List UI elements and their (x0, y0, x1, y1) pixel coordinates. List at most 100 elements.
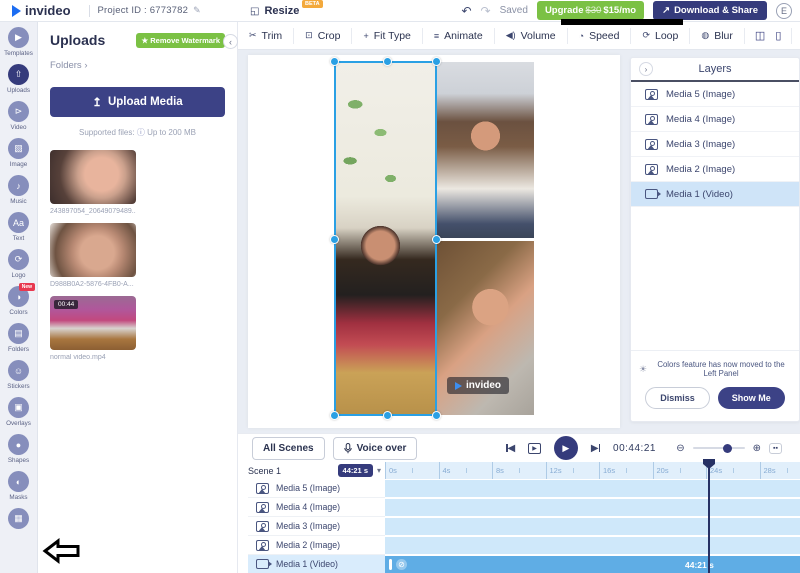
blur-button[interactable]: ◍Blur (690, 28, 745, 44)
track-label-media-1-selected[interactable]: Media 1 (Video) (248, 555, 385, 573)
resize-handle-bottom-left[interactable] (330, 411, 339, 420)
sidebar-item-more[interactable]: ▦ (8, 508, 29, 529)
time-ruler[interactable]: 0s 4s 8s 12s 16s 20s 24s 28s (385, 462, 800, 479)
layer-item-media-5[interactable]: Media 5 (Image) (631, 82, 799, 107)
layer-item-media-2[interactable]: Media 2 (Image) (631, 157, 799, 182)
animate-button[interactable]: ≡Animate (423, 28, 495, 44)
lightbulb-icon: ☀ (639, 364, 647, 375)
upload-thumbnail[interactable]: D988B0A2-5876-4FB0-A... (50, 223, 136, 288)
media-1-video-preview[interactable] (335, 62, 436, 415)
logo-play-icon (12, 5, 21, 17)
resize-handle-top-center[interactable] (383, 57, 392, 66)
upload-media-button[interactable]: ↥ Upload Media (50, 87, 225, 117)
fit-type-button[interactable]: +Fit Type (352, 28, 422, 44)
music-icon: ♪ (16, 181, 21, 191)
sidebar-item-folders[interactable]: ▤ Folders (8, 323, 29, 353)
invideo-logo[interactable]: invideo (0, 3, 81, 18)
resize-handle-mid-left[interactable] (330, 235, 339, 244)
track-lane-media-1[interactable]: ⊘ 44:21 s (385, 555, 800, 573)
fit-timeline-icon[interactable]: ▪▪ (769, 443, 782, 454)
sidebar-item-video[interactable]: ⊳ Video (8, 101, 29, 131)
skip-to-end-icon[interactable]: ▶ (591, 443, 600, 454)
redo-icon[interactable]: ↷ (481, 4, 491, 18)
resize-handle-top-left[interactable] (330, 57, 339, 66)
resize-handle-bottom-right[interactable] (432, 411, 441, 420)
avatar[interactable]: E (776, 3, 792, 19)
all-scenes-button[interactable]: All Scenes (252, 437, 325, 460)
playback-controls: All Scenes Voice over ◀ ▶ ▶ ▶ 00:44:21 ⊖… (238, 433, 800, 462)
track-label-media-4[interactable]: Media 4 (Image) (248, 498, 385, 517)
download-share-button[interactable]: ↗ Download & Share (653, 1, 767, 20)
loop-button[interactable]: ⟳Loop (631, 28, 690, 44)
layer-item-media-3[interactable]: Media 3 (Image) (631, 132, 799, 157)
track-lane-media-2[interactable] (385, 536, 800, 555)
volume-button[interactable]: ◀)Volume (495, 28, 568, 44)
crop-button[interactable]: ⊡Crop (294, 28, 352, 44)
resize-handle-mid-right[interactable] (432, 235, 441, 244)
clipboard-icon[interactable]: ▯ (775, 29, 781, 42)
chevron-down-icon[interactable]: ▾ (377, 466, 381, 475)
clip-trim-handle[interactable] (389, 559, 392, 570)
video-clip-bar[interactable]: ⊘ 44:21 s (385, 556, 800, 573)
scene-preview-icon[interactable]: ▶ (528, 443, 541, 454)
timeline: Scene 1 44:21 s ▾ 0s 4s 8s 12s 16s 20s 2… (238, 462, 800, 573)
sidebar-item-shapes[interactable]: ● Shapes (8, 434, 29, 464)
media-image-preview-top[interactable] (437, 62, 534, 238)
text-icon: Aa (13, 218, 24, 228)
track-label-media-2[interactable]: Media 2 (Image) (248, 536, 385, 555)
resize-control[interactable]: ◱ Resize BETA (250, 0, 299, 22)
skip-to-start-icon[interactable]: ◀ (506, 443, 515, 454)
remove-watermark-button[interactable]: ★ Remove Watermark (136, 33, 225, 48)
duplicate-icon[interactable]: ◫ (755, 29, 765, 42)
more-icon: ▦ (14, 513, 23, 524)
trim-button[interactable]: ✂Trim (238, 28, 294, 44)
upload-thumbnail[interactable]: 243897054_20649079489... (50, 150, 136, 215)
layers-panel: › Layers Media 5 (Image) Media 4 (Image)… (630, 57, 800, 422)
upgrade-button[interactable]: Upgrade$30$15/mo (537, 1, 644, 20)
sidebar-item-music[interactable]: ♪ Music (8, 175, 29, 205)
playhead-line[interactable] (708, 460, 710, 573)
track-lane-media-3[interactable] (385, 517, 800, 536)
sidebar-item-templates[interactable]: ▶ Templates (4, 27, 33, 57)
image-layer-icon (645, 114, 658, 125)
upload-thumbnail-video[interactable]: 00:44 normal video.mp4 (50, 296, 136, 361)
timeline-zoom-slider[interactable] (693, 447, 745, 449)
zoom-slider-knob[interactable] (723, 444, 732, 453)
image-layer-icon (645, 164, 658, 175)
layers-title: Layers (698, 63, 731, 75)
sidebar-item-uploads[interactable]: ⇧ Uploads (7, 64, 30, 94)
folders-link[interactable]: Folders › (50, 60, 225, 71)
sidebar-item-logo[interactable]: ⟳ Logo (8, 249, 29, 279)
zoom-out-icon[interactable]: ⊖ (676, 443, 684, 454)
scene-header[interactable]: Scene 1 44:21 s ▾ (248, 462, 385, 479)
resize-handle-top-right[interactable] (432, 57, 441, 66)
video-layer-icon (256, 559, 269, 569)
ruler-tick: 28s (760, 462, 800, 479)
sidebar-item-image[interactable]: ▧ Image (8, 138, 29, 168)
play-button[interactable]: ▶ (554, 436, 578, 460)
collapse-layers-button[interactable]: › (639, 62, 653, 76)
track-label-media-5[interactable]: Media 5 (Image) (248, 479, 385, 498)
resize-label: Resize (264, 5, 299, 17)
show-me-button[interactable]: Show Me (718, 387, 785, 409)
resize-handle-bottom-center[interactable] (383, 411, 392, 420)
canvas-page[interactable]: invideo (248, 55, 620, 428)
track-lane-media-5[interactable] (385, 479, 800, 498)
sidebar-item-masks[interactable]: ◐ Masks (8, 471, 29, 501)
sidebar-item-colors[interactable]: New ◑ Colors (8, 286, 29, 316)
layer-item-media-4[interactable]: Media 4 (Image) (631, 107, 799, 132)
collapse-panel-button[interactable]: ‹ (223, 34, 238, 49)
sidebar-item-stickers[interactable]: ☺ Stickers (7, 360, 29, 390)
voice-over-button[interactable]: Voice over (333, 437, 418, 460)
watermark-play-icon (455, 382, 462, 390)
sidebar-item-overlays[interactable]: ▣ Overlays (6, 397, 31, 427)
dismiss-button[interactable]: Dismiss (645, 387, 710, 409)
track-lane-media-4[interactable] (385, 498, 800, 517)
track-label-media-3[interactable]: Media 3 (Image) (248, 517, 385, 536)
undo-icon[interactable]: ↶ (461, 4, 471, 18)
layer-item-media-1-selected[interactable]: Media 1 (Video) (631, 182, 799, 207)
sidebar-item-text[interactable]: Aa Text (8, 212, 29, 242)
zoom-in-icon[interactable]: ⊕ (753, 443, 761, 454)
edit-pencil-icon[interactable]: ✎ (193, 5, 201, 16)
speed-button[interactable]: ◔Speed (568, 28, 632, 44)
